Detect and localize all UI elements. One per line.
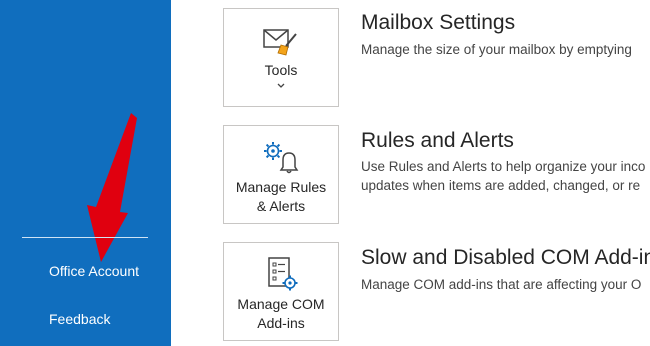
sidebar-item-office-account[interactable]: Office Account: [49, 263, 139, 279]
chevron-down-icon: [277, 83, 285, 88]
manage-rules-alerts-label: Manage Rules & Alerts: [235, 179, 327, 214]
com-addins-icon: [268, 257, 298, 291]
mailbox-settings-description: Manage the size of your mailbox by empty…: [361, 42, 632, 57]
red-arrow-annotation: [87, 113, 137, 262]
backstage-sidebar: Office Account Feedback: [0, 0, 171, 346]
tools-label: Tools: [264, 62, 298, 78]
rules-alerts-title: Rules and Alerts: [361, 129, 514, 152]
com-addins-title: Slow and Disabled COM Add-in: [361, 246, 650, 269]
com-addins-description: Manage COM add-ins that are affecting yo…: [361, 277, 642, 292]
tools-button[interactable]: Tools: [223, 8, 339, 107]
manage-rules-alerts-button[interactable]: Manage Rules & Alerts: [223, 125, 339, 224]
manage-com-addins-label: Manage COM Add-ins: [237, 296, 325, 331]
manage-com-addins-button[interactable]: Manage COM Add-ins: [223, 242, 339, 341]
sidebar-divider: [22, 237, 148, 238]
mailbox-cleanup-icon: [263, 29, 297, 56]
sidebar-item-feedback[interactable]: Feedback: [49, 311, 110, 327]
info-content: Tools Mailbox Settings Manage the size o…: [171, 0, 650, 346]
rules-alerts-icon: [264, 142, 299, 174]
rules-alerts-description: Use Rules and Alerts to help organize yo…: [361, 159, 646, 193]
mailbox-settings-title: Mailbox Settings: [361, 11, 516, 34]
